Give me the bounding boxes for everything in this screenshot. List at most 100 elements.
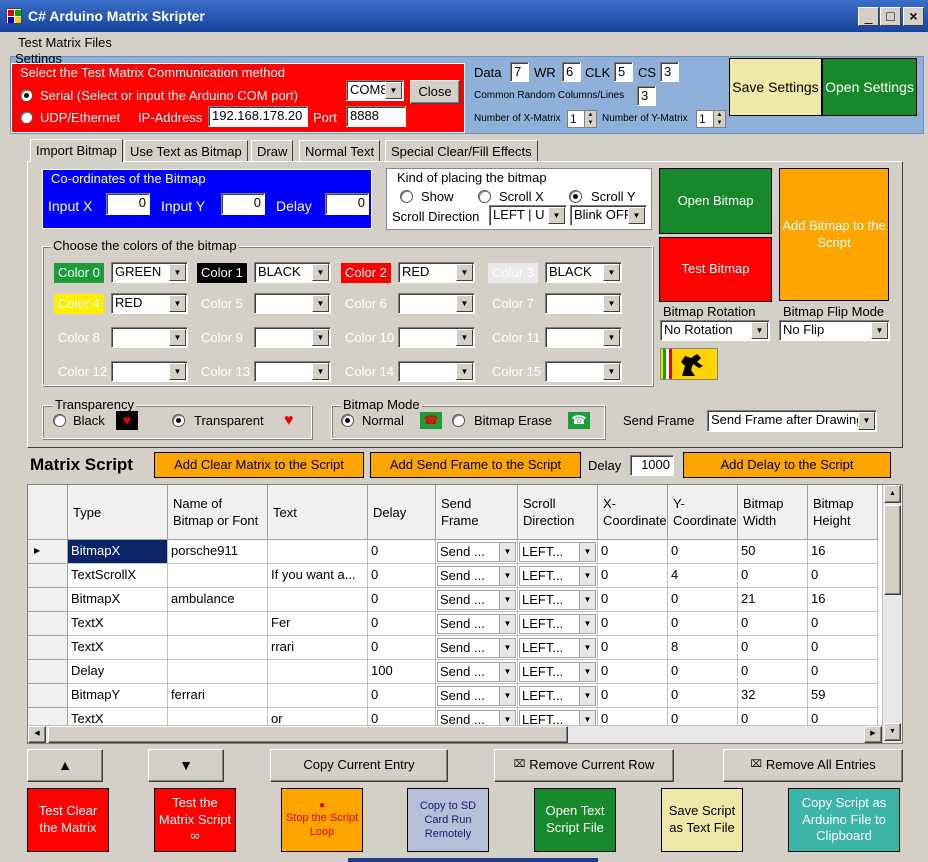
scroll-down-icon[interactable]: ▼ <box>884 723 901 741</box>
tab-import-bitmap[interactable]: Import Bitmap <box>30 139 123 162</box>
cell-y[interactable]: 0 <box>668 588 738 612</box>
add-bitmap-button[interactable]: Add Bitmap to the Script <box>779 168 889 301</box>
menu-test-matrix-files[interactable]: Test Matrix Files <box>18 35 112 50</box>
bitmap-erase-radio[interactable] <box>452 414 465 427</box>
cell-scroll[interactable]: LEFT... ▼ <box>518 540 598 564</box>
cell-h[interactable]: 16 <box>808 588 878 612</box>
cell-x[interactable]: 0 <box>598 540 668 564</box>
cell-send[interactable]: Send ... ▼ <box>436 588 518 612</box>
cs-pin-input[interactable]: 3 <box>660 62 679 82</box>
com-port-combo[interactable]: COM8 ▼ <box>346 80 404 101</box>
test-clear-button[interactable]: Test Clear the Matrix <box>27 788 109 852</box>
scroll-combo[interactable]: LEFT... ▼ <box>519 590 596 610</box>
cell-text[interactable]: If you want a... <box>268 564 368 588</box>
open-bitmap-button[interactable]: Open Bitmap <box>659 168 772 234</box>
cell-text[interactable] <box>268 684 368 708</box>
cell-y[interactable]: 4 <box>668 564 738 588</box>
wr-pin-input[interactable]: 6 <box>562 62 581 82</box>
cell-h[interactable]: 59 <box>808 684 878 708</box>
add-send-frame-button[interactable]: Add Send Frame to the Script <box>370 452 581 478</box>
send-combo[interactable]: Send ... ▼ <box>437 566 516 586</box>
cell-x[interactable]: 0 <box>598 684 668 708</box>
cell-scroll[interactable]: LEFT... ▼ <box>518 636 598 660</box>
scroll-y-radio[interactable] <box>569 190 582 203</box>
cell-delay[interactable]: 0 <box>368 564 436 588</box>
scroll-up-icon[interactable]: ▲ <box>884 485 901 503</box>
grid-header-name[interactable]: Name of Bitmap or Font <box>168 485 268 540</box>
save-settings-button[interactable]: Save Settings <box>729 58 822 116</box>
cell-type[interactable]: TextX <box>68 612 168 636</box>
cell-name[interactable]: ambulance <box>168 588 268 612</box>
copy-entry-button[interactable]: Copy Current Entry <box>270 749 448 782</box>
cell-type[interactable]: TextX <box>68 636 168 660</box>
grid-header-delay[interactable]: Delay <box>368 485 436 540</box>
scroll-thumb[interactable] <box>884 505 901 595</box>
input-x-field[interactable]: 0 <box>106 193 150 215</box>
tab-normal-text[interactable]: Normal Text <box>299 140 381 162</box>
scroll-x-radio[interactable] <box>478 190 491 203</box>
scroll-combo[interactable]: LEFT... ▼ <box>519 542 596 562</box>
data-pin-input[interactable]: 7 <box>510 62 529 82</box>
color-7-combo[interactable]: ▼ <box>545 293 622 314</box>
move-up-button[interactable]: ▲ <box>27 749 103 782</box>
delay-field[interactable]: 0 <box>325 193 369 215</box>
num-x-spinner[interactable]: 1 ▲ ▼ <box>567 110 597 128</box>
send-frame-combo[interactable]: Send Frame after Drawing ▼ <box>707 410 877 432</box>
row-header[interactable] <box>28 636 68 660</box>
cell-h[interactable]: 0 <box>808 564 878 588</box>
color-8-combo[interactable]: ▼ <box>111 327 188 348</box>
cell-x[interactable]: 0 <box>598 660 668 684</box>
cell-x[interactable]: 0 <box>598 636 668 660</box>
scroll-combo[interactable]: LEFT... ▼ <box>519 686 596 706</box>
save-text-script-button[interactable]: Save Script as Text File <box>661 788 743 852</box>
color-4-combo[interactable]: RED ▼ <box>111 293 188 314</box>
cell-type[interactable]: Delay <box>68 660 168 684</box>
vertical-scrollbar[interactable]: ▲ ▼ <box>882 485 902 743</box>
cell-delay[interactable]: 100 <box>368 660 436 684</box>
num-y-spinner[interactable]: 1 ▲ ▼ <box>696 110 726 128</box>
script-grid[interactable]: Type Name of Bitmap or Font Text Delay Send … <box>27 484 903 744</box>
send-combo[interactable]: Send ... ▼ <box>437 614 516 634</box>
grid-header-x[interactable]: X-Coordinate <box>598 485 668 540</box>
transparent-radio[interactable] <box>172 414 185 427</box>
copy-clipboard-button[interactable]: Copy Script as Arduino File to Clipboard <box>788 788 900 852</box>
color-12-combo[interactable]: ▼ <box>111 361 188 382</box>
cell-send[interactable]: Send ... ▼ <box>436 540 518 564</box>
scroll-combo[interactable]: LEFT... ▼ <box>519 662 596 682</box>
cell-x[interactable]: 0 <box>598 612 668 636</box>
cell-h[interactable]: 0 <box>808 660 878 684</box>
send-combo[interactable]: Send ... ▼ <box>437 638 516 658</box>
close-window-button[interactable]: × <box>903 7 924 26</box>
cell-scroll[interactable]: LEFT... ▼ <box>518 684 598 708</box>
row-header[interactable] <box>28 612 68 636</box>
cell-w[interactable]: 21 <box>738 588 808 612</box>
grid-header-send[interactable]: Send Frame <box>436 485 518 540</box>
cell-type[interactable]: BitmapX <box>68 540 168 564</box>
cell-delay[interactable]: 0 <box>368 684 436 708</box>
ip-address-input[interactable]: 192.168.178.20 <box>208 106 308 127</box>
scroll-combo[interactable]: LEFT... ▼ <box>519 566 596 586</box>
row-header[interactable] <box>28 660 68 684</box>
serial-radio[interactable] <box>20 89 33 102</box>
cell-name[interactable]: ferrari <box>168 684 268 708</box>
cell-text[interactable] <box>268 588 368 612</box>
cell-send[interactable]: Send ... ▼ <box>436 636 518 660</box>
color-10-combo[interactable]: ▼ <box>398 327 475 348</box>
color-5-combo[interactable]: ▼ <box>254 293 331 314</box>
send-combo[interactable]: Send ... ▼ <box>437 542 516 562</box>
cell-y[interactable]: 0 <box>668 540 738 564</box>
cell-w[interactable]: 0 <box>738 564 808 588</box>
move-down-button[interactable]: ▼ <box>148 749 224 782</box>
cell-x[interactable]: 0 <box>598 564 668 588</box>
cell-text[interactable]: rrari <box>268 636 368 660</box>
tab-special-effects[interactable]: Special Clear/Fill Effects <box>385 140 538 162</box>
cell-delay[interactable]: 0 <box>368 588 436 612</box>
cell-w[interactable]: 0 <box>738 612 808 636</box>
color-9-combo[interactable]: ▼ <box>254 327 331 348</box>
black-radio[interactable] <box>53 414 66 427</box>
cell-name[interactable] <box>168 660 268 684</box>
color-2-combo[interactable]: RED ▼ <box>398 262 475 283</box>
cell-send[interactable]: Send ... ▼ <box>436 564 518 588</box>
cell-y[interactable]: 0 <box>668 660 738 684</box>
test-script-button[interactable]: Test the Matrix Script ∞ <box>154 788 236 852</box>
